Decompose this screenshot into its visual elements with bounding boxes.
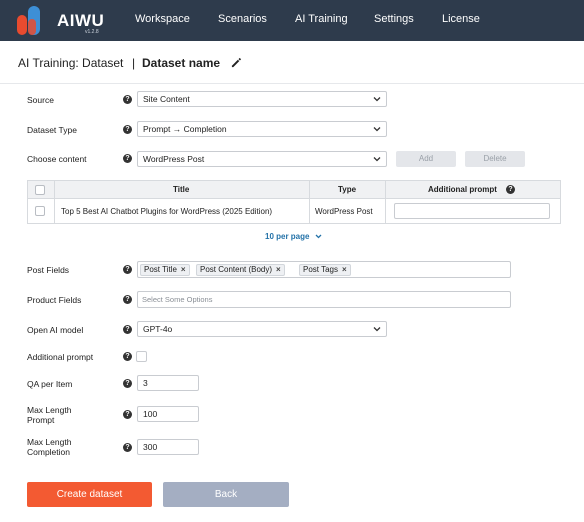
remove-chip-icon[interactable]: × [276,265,281,274]
openai-model-label: Open AI model [27,325,84,335]
product-fields-placeholder: Select Some Options [142,295,213,304]
remove-chip-icon[interactable]: × [181,265,186,274]
chip-label: Post Content (Body) [200,265,273,274]
chevron-down-icon [373,327,381,332]
row-additional-prompt-input[interactable] [394,203,550,219]
breadcrumb-separator: | [132,56,136,70]
column-header-additional-prompt: Additional prompt [428,185,497,194]
help-icon[interactable]: ? [123,295,132,304]
product-fields-label: Product Fields [27,295,82,305]
post-fields-multiselect[interactable]: Post Title × Post Content (Body) × Post Ta… [137,261,511,278]
choose-content-label: Choose content [27,154,87,164]
choose-content-select-value: WordPress Post [143,154,205,164]
help-icon[interactable]: ? [123,379,132,388]
qa-per-item-input[interactable]: 3 [137,375,199,391]
help-icon[interactable]: ? [123,443,132,452]
top-navigation-bar: AIWU v1.2.8 Workspace Scenarios AI Train… [0,0,584,41]
nav-item-scenarios[interactable]: Scenarios [218,13,267,25]
app-name: AIWU [57,11,105,30]
content-table: Title Type Additional prompt ? Top 5 Bes… [27,180,561,224]
dataset-type-select-value: Prompt → Completion [143,124,227,134]
app-version: v1.2.8 [85,29,99,35]
max-length-completion-input[interactable]: 300 [137,439,199,455]
additional-prompt-label: Additional prompt [27,352,94,362]
max-length-prompt-input[interactable]: 100 [137,406,199,422]
post-fields-label: Post Fields [27,265,70,275]
table-header: Title Type Additional prompt ? [28,181,560,199]
nav-item-settings[interactable]: Settings [374,13,414,25]
help-icon[interactable]: ? [123,410,132,419]
select-all-checkbox[interactable] [35,185,45,195]
max-length-completion-label: Max Length Completion [27,437,71,457]
choose-content-select[interactable]: WordPress Post [137,151,387,167]
column-divider [309,181,310,223]
max-length-prompt-label-line1: Max Length [27,405,72,415]
source-label: Source [27,95,54,105]
dataset-name-title: Dataset name [142,56,221,70]
add-button[interactable]: Add [396,151,456,167]
max-length-prompt-label: Max Length Prompt [27,405,71,425]
create-dataset-button[interactable]: Create dataset [27,482,152,507]
chip-post-tags: Post Tags × [299,264,351,276]
openai-model-select[interactable]: GPT-4o [137,321,387,337]
help-icon[interactable]: ? [123,125,132,134]
qa-per-item-label: QA per Item [27,379,73,389]
per-page-label: 10 per page [265,232,310,241]
column-header-title: Title [173,185,190,194]
help-icon[interactable]: ? [123,325,132,334]
back-button[interactable]: Back [163,482,289,507]
chevron-down-icon [373,127,381,132]
column-header-type: Type [338,185,357,194]
max-length-prompt-label-line2: Prompt [27,415,55,425]
nav-item-license[interactable]: License [442,13,480,25]
product-fields-multiselect[interactable]: Select Some Options [137,291,511,308]
help-icon[interactable]: ? [123,265,132,274]
chevron-down-icon [373,157,381,162]
delete-button[interactable]: Delete [465,151,525,167]
row-title: Top 5 Best AI Chatbot Plugins for WordPr… [61,207,273,216]
max-length-completion-label-line1: Max Length [27,437,72,447]
pencil-icon[interactable] [231,57,242,68]
remove-chip-icon[interactable]: × [342,265,347,274]
dataset-type-select[interactable]: Prompt → Completion [137,121,387,137]
breadcrumb: AI Training: Dataset [18,56,124,70]
aiwu-logo-icon [17,6,40,35]
nav-item-ai-training[interactable]: AI Training [295,13,348,25]
header-divider [0,83,584,84]
help-icon[interactable]: ? [506,185,515,194]
chip-post-title: Post Title × [140,264,190,276]
openai-model-select-value: GPT-4o [143,324,173,334]
column-divider [385,181,386,223]
chip-post-content: Post Content (Body) × [196,264,285,276]
source-select-value: Site Content [143,94,190,104]
row-type: WordPress Post [315,207,373,216]
per-page-selector[interactable]: 10 per page [265,232,322,241]
column-divider [54,181,55,223]
row-checkbox[interactable] [35,206,45,216]
additional-prompt-checkbox[interactable] [136,351,147,362]
chevron-down-icon [373,97,381,102]
help-icon[interactable]: ? [123,154,132,163]
chip-label: Post Title [144,265,177,274]
source-select[interactable]: Site Content [137,91,387,107]
dataset-type-label: Dataset Type [27,125,77,135]
chip-label: Post Tags [303,265,338,274]
help-icon[interactable]: ? [123,95,132,104]
help-icon[interactable]: ? [123,352,132,361]
table-row: Top 5 Best AI Chatbot Plugins for WordPr… [28,200,560,223]
chevron-down-icon [315,234,322,239]
max-length-completion-label-line2: Completion [27,447,70,457]
nav-item-workspace[interactable]: Workspace [135,13,190,25]
